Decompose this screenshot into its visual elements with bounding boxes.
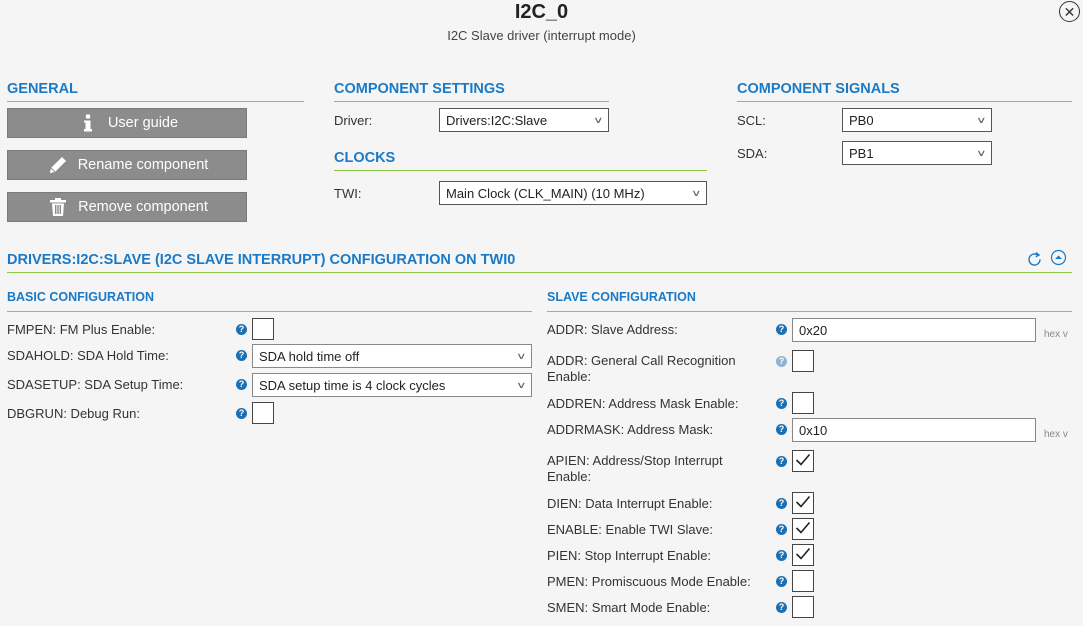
help-icon[interactable]: ? bbox=[776, 550, 787, 561]
help-icon[interactable]: ? bbox=[236, 408, 247, 419]
chevron-down-icon: ∨ bbox=[976, 147, 987, 158]
checkmark-icon bbox=[795, 547, 811, 564]
apien-label: APIEN: Address/Stop Interrupt Enable: bbox=[547, 453, 723, 484]
sda-select[interactable]: PB1 ∨ bbox=[842, 141, 992, 165]
hex-unit-label[interactable]: hex v bbox=[1044, 429, 1068, 440]
dien-label: DIEN: Data Interrupt Enable: bbox=[547, 496, 713, 511]
slave-address-input[interactable]: 0x20 bbox=[792, 318, 1036, 342]
sda-select-value: PB1 bbox=[849, 145, 874, 161]
help-icon[interactable]: ? bbox=[776, 498, 787, 509]
basic-configuration-title: BASIC CONFIGURATION bbox=[7, 289, 532, 312]
smen-label: SMEN: Smart Mode Enable: bbox=[547, 600, 711, 615]
enable-label: ENABLE: Enable TWI Slave: bbox=[547, 522, 713, 537]
dien-checkbox[interactable] bbox=[792, 492, 814, 514]
page-title: I2C_0 bbox=[514, 1, 569, 23]
pien-label: PIEN: Stop Interrupt Enable: bbox=[547, 548, 712, 563]
trash-icon bbox=[46, 197, 70, 217]
info-icon bbox=[76, 114, 100, 132]
slave-configuration-title: SLAVE CONFIGURATION bbox=[547, 289, 1072, 312]
chevron-down-icon: ∨ bbox=[691, 187, 702, 198]
addren-checkbox[interactable] bbox=[792, 392, 814, 414]
help-icon[interactable]: ? bbox=[776, 398, 787, 409]
twi-clock-select-value: Main Clock (CLK_MAIN) (10 MHz) bbox=[446, 185, 645, 201]
driver-select[interactable]: Drivers:I2C:Slave ∨ bbox=[439, 108, 609, 132]
scl-select[interactable]: PB0 ∨ bbox=[842, 108, 992, 132]
general-call-checkbox[interactable] bbox=[792, 350, 814, 372]
help-icon[interactable]: ? bbox=[776, 356, 787, 367]
checkmark-icon bbox=[795, 495, 811, 512]
scl-select-value: PB0 bbox=[849, 112, 874, 128]
pencil-icon bbox=[46, 155, 70, 175]
chevron-down-icon: ∨ bbox=[976, 114, 987, 125]
dbgrun-label: DBGRUN: Debug Run: bbox=[7, 406, 140, 421]
help-icon[interactable]: ? bbox=[236, 350, 247, 361]
enable-checkbox[interactable] bbox=[792, 518, 814, 540]
help-icon[interactable]: ? bbox=[776, 576, 787, 587]
help-icon[interactable]: ? bbox=[236, 324, 247, 335]
remove-component-button[interactable]: Remove component bbox=[7, 192, 247, 222]
rename-component-button[interactable]: Rename component bbox=[7, 150, 247, 180]
general-section-title: GENERAL bbox=[7, 80, 304, 102]
sdasetup-select[interactable]: SDA setup time is 4 clock cycles ∨ bbox=[252, 373, 532, 397]
checkmark-icon bbox=[795, 521, 811, 538]
sdahold-select-value: SDA hold time off bbox=[259, 348, 360, 364]
help-icon[interactable]: ? bbox=[776, 324, 787, 335]
remove-component-label: Remove component bbox=[78, 199, 208, 215]
page-subtitle: I2C Slave driver (interrupt mode) bbox=[447, 28, 636, 43]
reset-icon[interactable] bbox=[1026, 251, 1043, 268]
sdasetup-select-value: SDA setup time is 4 clock cycles bbox=[259, 377, 446, 393]
addren-label: ADDREN: Address Mask Enable: bbox=[547, 396, 739, 411]
pmen-checkbox[interactable] bbox=[792, 570, 814, 592]
addrmask-label: ADDRMASK: Address Mask: bbox=[547, 422, 714, 437]
sdahold-label: SDAHOLD: SDA Hold Time: bbox=[7, 348, 169, 363]
smen-checkbox[interactable] bbox=[792, 596, 814, 618]
address-mask-input[interactable]: 0x10 bbox=[792, 418, 1036, 442]
help-icon[interactable]: ? bbox=[236, 379, 247, 390]
component-settings-title: COMPONENT SETTINGS bbox=[334, 80, 609, 102]
pmen-label: PMEN: Promiscuous Mode Enable: bbox=[547, 574, 751, 589]
help-icon[interactable]: ? bbox=[776, 456, 787, 467]
chevron-down-icon: ∨ bbox=[516, 379, 527, 390]
scl-label: SCL: bbox=[737, 113, 766, 128]
twi-clock-label: TWI: bbox=[334, 186, 362, 201]
chevron-down-icon: ∨ bbox=[516, 350, 527, 361]
close-icon: ✕ bbox=[1063, 3, 1076, 20]
twi-clock-select[interactable]: Main Clock (CLK_MAIN) (10 MHz) ∨ bbox=[439, 181, 707, 205]
addr-label: ADDR: Slave Address: bbox=[547, 322, 678, 337]
chevron-down-icon: ∨ bbox=[593, 114, 604, 125]
help-icon[interactable]: ? bbox=[776, 524, 787, 535]
hex-unit-label[interactable]: hex v bbox=[1044, 329, 1068, 340]
pien-checkbox[interactable] bbox=[792, 544, 814, 566]
user-guide-button[interactable]: User guide bbox=[7, 108, 247, 138]
collapse-icon[interactable] bbox=[1050, 249, 1067, 266]
apien-checkbox[interactable] bbox=[792, 450, 814, 472]
component-signals-title: COMPONENT SIGNALS bbox=[737, 80, 1072, 102]
sdahold-select[interactable]: SDA hold time off ∨ bbox=[252, 344, 532, 368]
user-guide-label: User guide bbox=[107, 115, 179, 131]
checkmark-icon bbox=[795, 453, 811, 470]
configuration-section-title: DRIVERS:I2C:SLAVE (I2C SLAVE INTERRUPT) … bbox=[7, 251, 1072, 273]
clocks-section-title: CLOCKS bbox=[334, 149, 707, 171]
close-button[interactable]: ✕ bbox=[1059, 1, 1080, 22]
general-call-label: ADDR: General Call Recognition Enable: bbox=[547, 353, 736, 384]
address-mask-value: 0x10 bbox=[799, 422, 828, 438]
sdasetup-label: SDASETUP: SDA Setup Time: bbox=[7, 377, 184, 392]
driver-select-value: Drivers:I2C:Slave bbox=[446, 112, 548, 128]
fmpen-checkbox[interactable] bbox=[252, 318, 274, 340]
driver-label: Driver: bbox=[334, 113, 373, 128]
rename-component-label: Rename component bbox=[77, 157, 209, 173]
dbgrun-checkbox[interactable] bbox=[252, 402, 274, 424]
sda-label: SDA: bbox=[737, 146, 768, 161]
help-icon[interactable]: ? bbox=[776, 602, 787, 613]
help-icon[interactable]: ? bbox=[776, 424, 787, 435]
slave-address-value: 0x20 bbox=[799, 322, 828, 338]
fmpen-label: FMPEN: FM Plus Enable: bbox=[7, 322, 156, 337]
